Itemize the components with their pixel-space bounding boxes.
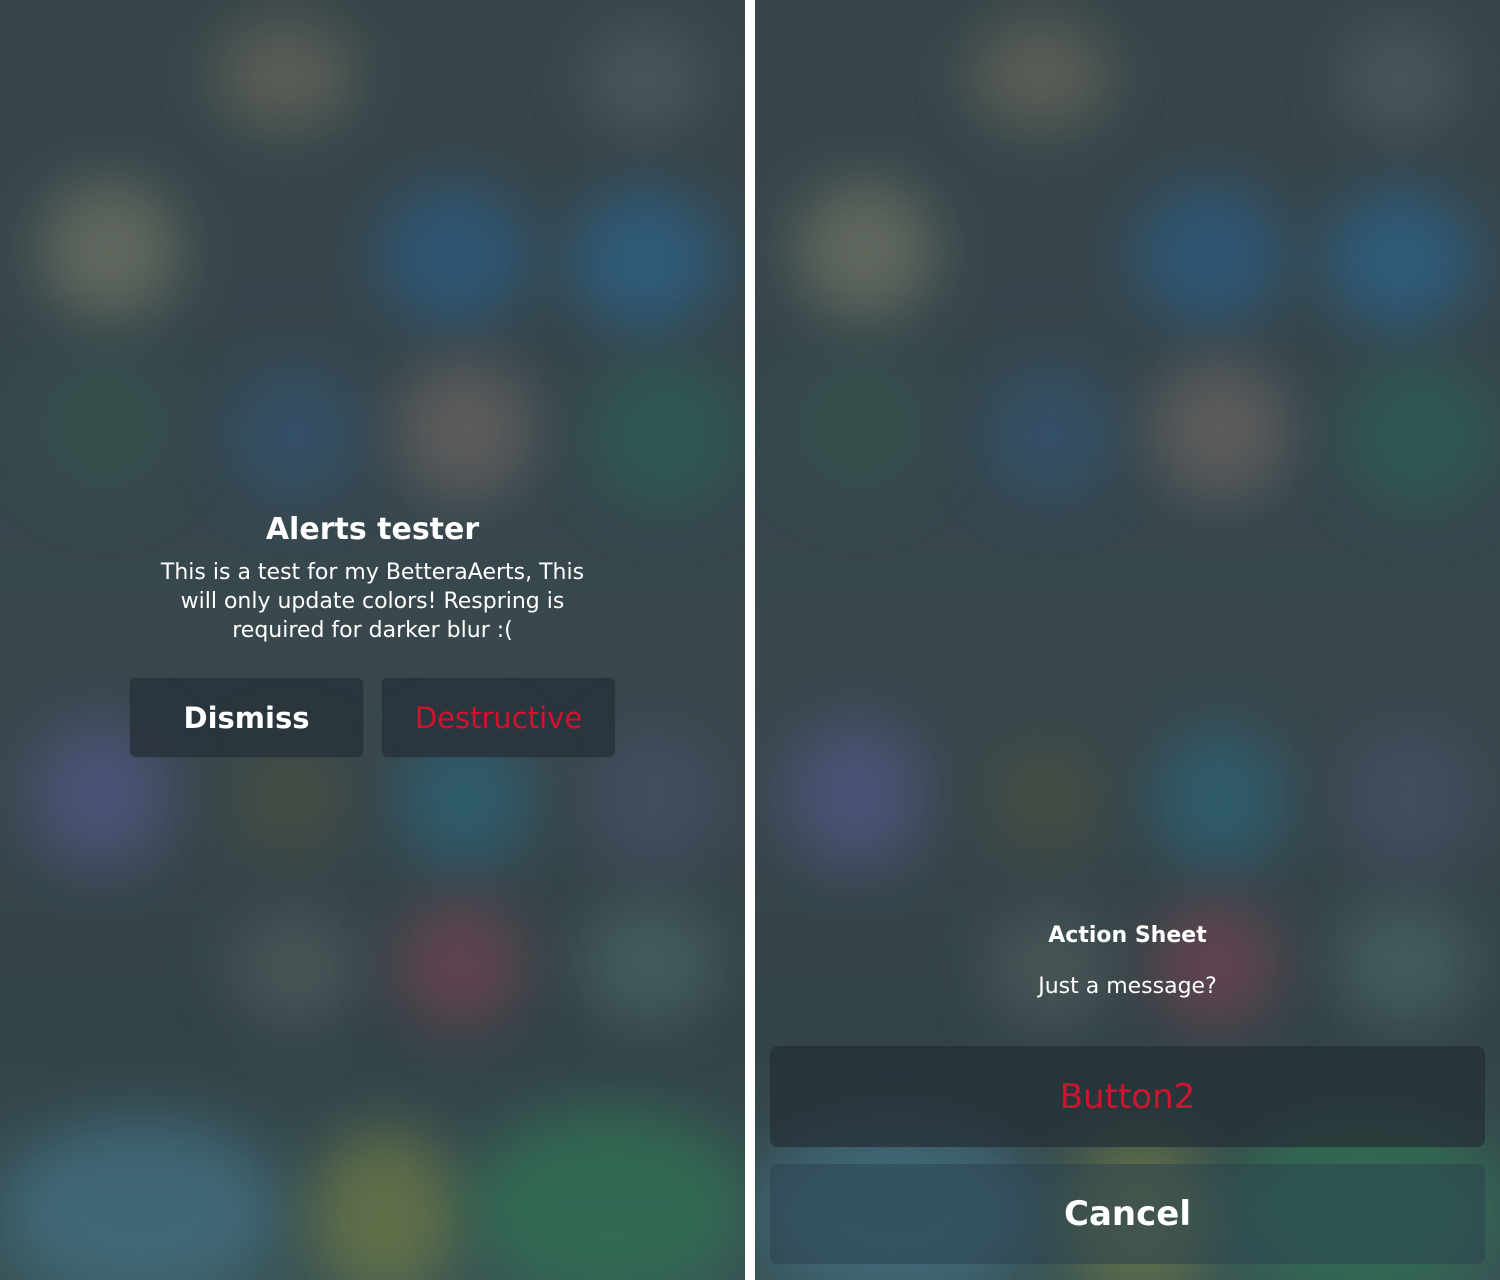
dismiss-button[interactable]: Dismiss xyxy=(130,678,363,757)
action-sheet-message: Just a message? xyxy=(1038,974,1217,999)
cancel-button[interactable]: Cancel xyxy=(770,1164,1485,1264)
alert-dialog: Alerts tester This is a test for my Bett… xyxy=(0,508,745,645)
action-sheet-screen: Action Sheet Just a message? Button2 Can… xyxy=(755,0,1500,1280)
destructive-button[interactable]: Destructive xyxy=(382,678,615,757)
alert-button-row: Dismiss Destructive xyxy=(130,678,615,757)
alert-message: This is a test for my BetteraAerts, This… xyxy=(160,560,585,643)
alert-screen: Alerts tester This is a test for my Bett… xyxy=(0,0,745,1280)
action-sheet-title: Action Sheet xyxy=(1048,923,1207,948)
button2-button[interactable]: Button2 xyxy=(770,1046,1485,1147)
alert-title: Alerts tester xyxy=(265,512,480,547)
